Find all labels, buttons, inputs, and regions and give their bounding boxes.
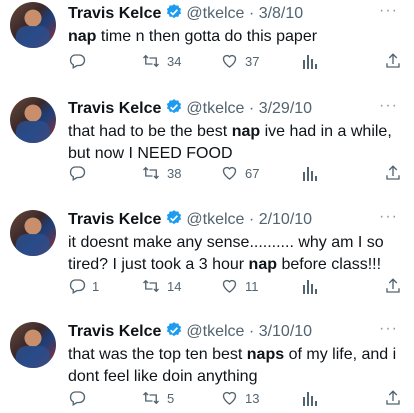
retweet-icon bbox=[141, 164, 161, 182]
tweet-text-part: before class!!! bbox=[277, 256, 382, 273]
reply-icon bbox=[68, 164, 86, 182]
author-name[interactable]: Travis Kelce bbox=[68, 323, 161, 340]
tweet-date[interactable]: 2/10/10 bbox=[259, 211, 312, 228]
verified-icon bbox=[165, 3, 183, 26]
like-button[interactable]: 67 bbox=[220, 164, 259, 182]
like-count: 13 bbox=[245, 390, 260, 406]
reply-count: 1 bbox=[92, 278, 100, 294]
author-handle[interactable]: @tkelce bbox=[186, 5, 244, 22]
author-name[interactable]: Travis Kelce bbox=[68, 5, 161, 22]
views-icon bbox=[302, 52, 318, 70]
tweet-text: that had to be the best nap ive had in a… bbox=[68, 121, 404, 165]
avatar[interactable] bbox=[10, 210, 56, 256]
tweet-actions: 1 14 11 bbox=[68, 277, 404, 301]
share-icon bbox=[384, 52, 402, 70]
views-button[interactable] bbox=[302, 52, 318, 70]
highlighted-term: nap bbox=[68, 28, 97, 45]
like-count: 11 bbox=[245, 278, 259, 294]
author-name[interactable]: Travis Kelce bbox=[68, 211, 161, 228]
reply-icon bbox=[68, 52, 86, 70]
retweet-button[interactable]: 34 bbox=[141, 52, 181, 70]
like-button[interactable]: 37 bbox=[220, 52, 259, 70]
tweet-date[interactable]: 3/10/10 bbox=[259, 323, 312, 340]
like-count: 67 bbox=[245, 165, 260, 181]
tweet-text: it doesnt make any sense.......... why a… bbox=[68, 232, 404, 276]
avatar[interactable] bbox=[10, 97, 56, 143]
author-handle[interactable]: @tkelce bbox=[186, 100, 244, 117]
retweet-icon bbox=[141, 277, 161, 295]
author-name[interactable]: Travis Kelce bbox=[68, 100, 161, 117]
retweet-button[interactable]: 5 bbox=[141, 389, 174, 407]
share-icon bbox=[384, 389, 402, 407]
tweet-header: Travis Kelce @tkelce · 2/10/10 bbox=[68, 209, 312, 232]
separator-dot: · bbox=[248, 323, 255, 340]
more-options-icon[interactable]: ··· bbox=[379, 208, 398, 226]
views-icon bbox=[302, 389, 318, 407]
tweet-text-part: that was the top ten best bbox=[68, 346, 247, 363]
retweet-count: 5 bbox=[167, 390, 175, 406]
tweet-text: that was the top ten best naps of my lif… bbox=[68, 344, 404, 388]
reply-button[interactable] bbox=[68, 389, 92, 407]
retweet-button[interactable]: 14 bbox=[141, 277, 181, 295]
like-button[interactable]: 11 bbox=[220, 277, 259, 295]
author-handle[interactable]: @tkelce bbox=[186, 211, 244, 228]
separator-dot: · bbox=[248, 5, 255, 22]
like-icon bbox=[220, 277, 239, 295]
verified-icon bbox=[165, 321, 183, 344]
share-button[interactable] bbox=[384, 277, 402, 295]
share-button[interactable] bbox=[384, 164, 402, 182]
retweet-count: 14 bbox=[167, 278, 182, 294]
views-button[interactable] bbox=[302, 164, 318, 182]
tweet-actions: 38 67 bbox=[68, 164, 404, 188]
more-options-icon[interactable]: ··· bbox=[379, 97, 398, 115]
like-icon bbox=[220, 164, 239, 182]
avatar[interactable] bbox=[10, 2, 56, 48]
like-count: 37 bbox=[245, 53, 260, 69]
like-button[interactable]: 13 bbox=[220, 389, 259, 407]
share-icon bbox=[384, 277, 402, 295]
views-button[interactable] bbox=[302, 389, 318, 407]
tweet-header: Travis Kelce @tkelce · 3/29/10 bbox=[68, 98, 312, 121]
tweet-date[interactable]: 3/29/10 bbox=[259, 100, 312, 117]
views-icon bbox=[302, 164, 318, 182]
views-icon bbox=[302, 277, 318, 295]
retweet-count: 38 bbox=[167, 165, 182, 181]
share-button[interactable] bbox=[384, 389, 402, 407]
retweet-icon bbox=[141, 389, 161, 407]
tweet-date[interactable]: 3/8/10 bbox=[259, 5, 303, 22]
reply-icon bbox=[68, 277, 86, 295]
highlighted-term: nap bbox=[231, 123, 261, 140]
tweet-actions: 34 37 bbox=[68, 52, 404, 76]
reply-button[interactable]: 1 bbox=[68, 277, 99, 295]
reply-button[interactable] bbox=[68, 164, 92, 182]
retweet-button[interactable]: 38 bbox=[141, 164, 181, 182]
separator-dot: · bbox=[248, 211, 255, 228]
reply-button[interactable] bbox=[68, 52, 92, 70]
more-options-icon[interactable]: ··· bbox=[379, 320, 398, 338]
tweet-actions: 5 13 bbox=[68, 389, 404, 413]
verified-icon bbox=[165, 209, 183, 232]
tweet-text-part: time n then gotta do this paper bbox=[96, 28, 318, 45]
retweet-icon bbox=[141, 52, 161, 70]
more-options-icon[interactable]: ··· bbox=[379, 2, 398, 20]
separator-dot: · bbox=[248, 100, 255, 117]
tweet-text-part: that had to be the best bbox=[68, 123, 232, 140]
share-icon bbox=[384, 164, 402, 182]
tweet-header: Travis Kelce @tkelce · 3/10/10 bbox=[68, 321, 312, 344]
views-button[interactable] bbox=[302, 277, 318, 295]
verified-icon bbox=[165, 98, 183, 121]
retweet-count: 34 bbox=[167, 53, 182, 69]
like-icon bbox=[220, 52, 239, 70]
avatar[interactable] bbox=[10, 322, 56, 368]
reply-icon bbox=[68, 389, 86, 407]
like-icon bbox=[220, 389, 239, 407]
highlighted-term: nap bbox=[248, 256, 277, 273]
highlighted-term: naps bbox=[246, 346, 285, 363]
tweet-text: nap time n then gotta do this paper bbox=[68, 26, 404, 48]
share-button[interactable] bbox=[384, 52, 402, 70]
author-handle[interactable]: @tkelce bbox=[186, 323, 244, 340]
tweet-header: Travis Kelce @tkelce · 3/8/10 bbox=[68, 3, 303, 26]
